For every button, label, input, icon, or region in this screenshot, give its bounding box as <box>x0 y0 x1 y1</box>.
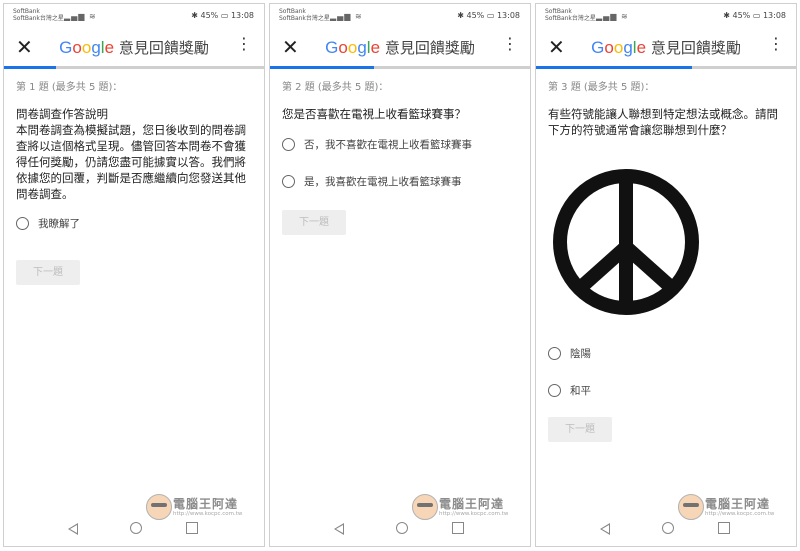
home-icon[interactable] <box>396 522 408 534</box>
nav-bar <box>270 516 530 546</box>
option-label: 陰陽 <box>570 348 591 360</box>
option-label: 否，我不喜歡在電視上收看籃球賽事 <box>304 139 472 151</box>
app-title: Google 意見回饋獎勵 <box>325 38 475 57</box>
more-vert-icon[interactable]: ⋮ <box>236 36 252 52</box>
battery-icon: ▭ <box>752 11 761 20</box>
nav-bar <box>4 516 264 546</box>
progress-bar <box>270 66 530 69</box>
battery-icon: ▭ <box>220 11 229 20</box>
app-bar: ✕ Google 意見回饋獎勵 ⋮ <box>270 30 530 66</box>
google-logo: Google <box>59 38 115 57</box>
home-icon[interactable] <box>662 522 674 534</box>
radio-button[interactable] <box>16 217 29 230</box>
app-bar: ✕ Google 意見回饋獎勵 ⋮ <box>536 30 796 66</box>
option-yin-yang[interactable]: 陰陽 <box>548 346 591 361</box>
radio-button[interactable] <box>282 138 295 151</box>
option-label: 是，我喜歡在電視上收看籃球賽事 <box>304 176 462 188</box>
option-label: 和平 <box>570 385 591 397</box>
progress-bar <box>4 66 264 69</box>
back-icon[interactable] <box>68 523 78 535</box>
battery-percent: 45% <box>466 11 485 20</box>
app-title: Google 意見回饋獎勵 <box>59 38 209 57</box>
radio-button[interactable] <box>548 384 561 397</box>
status-bar: SoftBank SoftBank台灣之星 ▂▄▆ ≋ ✱ 45% ▭ 13:0… <box>4 4 264 30</box>
app-title: Google 意見回饋獎勵 <box>591 38 741 57</box>
carrier-label: SoftBank SoftBank台灣之星 <box>13 8 64 22</box>
radio-button[interactable] <box>548 347 561 360</box>
clock: 13:08 <box>496 11 520 20</box>
screen-question-3: SoftBank SoftBank台灣之星 ▂▄▆ ≋ ✱ 45% ▭ 13:0… <box>535 3 797 547</box>
status-bar: SoftBank SoftBank台灣之星 ▂▄▆ ≋ ✱ 45% ▭ 13:0… <box>270 4 530 30</box>
bluetooth-icon: ✱ <box>191 11 198 20</box>
status-right: ✱ 45% ▭ 13:08 <box>457 11 520 20</box>
back-icon[interactable] <box>334 523 344 535</box>
recent-apps-icon[interactable] <box>718 522 730 534</box>
next-button[interactable]: 下一題 <box>282 210 346 235</box>
question-text: 問卷調查作答說明 本問卷調查為模擬試題，您日後收到的問卷調查將以這個格式呈現。儘… <box>16 106 254 202</box>
battery-percent: 45% <box>200 11 219 20</box>
question-title: 問卷調查作答說明 <box>16 107 108 121</box>
status-bar: SoftBank SoftBank台灣之星 ▂▄▆ ≋ ✱ 45% ▭ 13:0… <box>536 4 796 30</box>
clock: 13:08 <box>762 11 786 20</box>
battery-icon: ▭ <box>486 11 495 20</box>
carrier-label: SoftBank SoftBank台灣之星 <box>279 8 330 22</box>
bluetooth-icon: ✱ <box>457 11 464 20</box>
signal-icon: ▂▄▆ ≋ <box>330 12 363 21</box>
signal-icon: ▂▄▆ ≋ <box>596 12 629 21</box>
screen-question-2: SoftBank SoftBank台灣之星 ▂▄▆ ≋ ✱ 45% ▭ 13:0… <box>269 3 531 547</box>
more-vert-icon[interactable]: ⋮ <box>768 36 784 52</box>
back-icon[interactable] <box>600 523 610 535</box>
google-logo: Google <box>325 38 381 57</box>
status-right: ✱ 45% ▭ 13:08 <box>723 11 786 20</box>
signal-icon: ▂▄▆ ≋ <box>64 12 97 21</box>
progress-bar <box>536 66 796 69</box>
question-text: 您是否喜歡在電視上收看籃球賽事？ <box>282 107 466 121</box>
status-right: ✱ 45% ▭ 13:08 <box>191 11 254 20</box>
home-icon[interactable] <box>130 522 142 534</box>
option-no[interactable]: 否，我不喜歡在電視上收看籃球賽事 <box>282 137 530 152</box>
recent-apps-icon[interactable] <box>452 522 464 534</box>
bluetooth-icon: ✱ <box>723 11 730 20</box>
more-vert-icon[interactable]: ⋮ <box>502 36 518 52</box>
app-bar: ✕ Google 意見回饋獎勵 ⋮ <box>4 30 264 66</box>
option-yes[interactable]: 是，我喜歡在電視上收看籃球賽事 <box>282 174 530 189</box>
screen-question-1: SoftBank SoftBank台灣之星 ▂▄▆ ≋ ✱ 45% ▭ 13:0… <box>3 3 265 547</box>
battery-percent: 45% <box>732 11 751 20</box>
question-number: 第 2 題 (最多共 5 題)： <box>282 82 389 93</box>
question-number: 第 3 題 (最多共 5 題)： <box>548 82 655 93</box>
peace-symbol-icon <box>553 169 699 315</box>
question-number: 第 1 題 (最多共 5 題)： <box>16 82 123 93</box>
question-text: 有些符號能讓人聯想到特定想法或概念。請問下方的符號通常會讓您聯想到什麼？ <box>548 107 778 137</box>
option-understood[interactable]: 我瞭解了 <box>16 216 264 231</box>
option-peace[interactable]: 和平 <box>548 383 591 398</box>
recent-apps-icon[interactable] <box>186 522 198 534</box>
radio-button[interactable] <box>282 175 295 188</box>
next-button[interactable]: 下一題 <box>548 417 612 442</box>
option-label: 我瞭解了 <box>38 218 80 230</box>
question-body: 本問卷調查為模擬試題，您日後收到的問卷調查將以這個格式呈現。儘管回答本問卷不會獲… <box>16 123 246 201</box>
google-logo: Google <box>591 38 647 57</box>
nav-bar <box>536 516 796 546</box>
carrier-label: SoftBank SoftBank台灣之星 <box>545 8 596 22</box>
clock: 13:08 <box>230 11 254 20</box>
next-button[interactable]: 下一題 <box>16 260 80 285</box>
